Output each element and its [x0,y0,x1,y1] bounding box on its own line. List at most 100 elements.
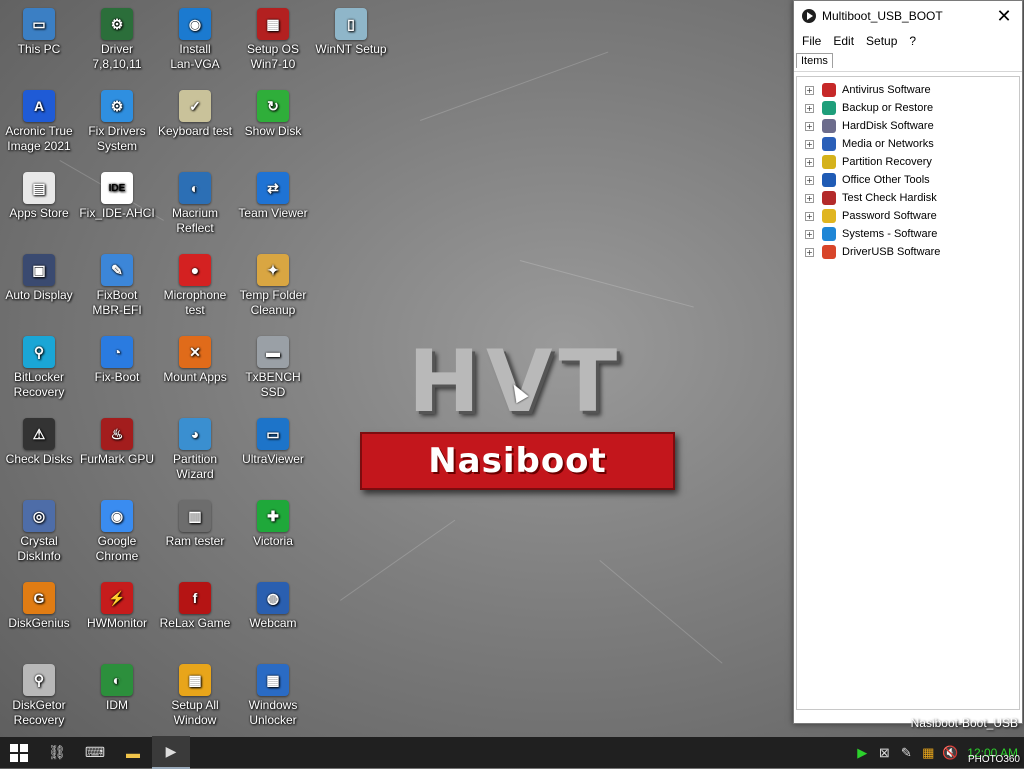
taskbar-multiboot-icon[interactable]: ▶ [152,736,190,769]
tree-item[interactable]: + DriverUSB Software [797,243,1019,261]
desktop-icon[interactable]: ◉ Install Lan-VGA [156,8,234,72]
category-icon [822,101,836,115]
desktop-icon[interactable]: ▦ Setup All Window [156,664,234,728]
expand-toggle-icon[interactable]: + [805,193,814,203]
desktop-icon[interactable]: A Acronic True Image 2021 [0,90,78,154]
desktop-icon[interactable]: ● Microphone test [156,254,234,318]
desktop-icon[interactable]: ◍ Webcam [234,582,312,631]
tray-pen-icon[interactable]: ✎ [895,737,917,768]
hwmonitor-icon: ⚡ [101,582,133,614]
tree-item[interactable]: + Backup or Restore [797,99,1019,117]
taskbar-folder-icon[interactable]: ▬ [114,737,152,768]
background-scratch [420,51,609,121]
menu-setup[interactable]: Setup [860,34,903,48]
category-icon [822,137,836,151]
desktop-icon[interactable]: f ReLax Game [156,582,234,631]
tree-item[interactable]: + Password Software [797,207,1019,225]
computer-icon: ▭ [23,8,55,40]
desktop-icon[interactable]: ⚠ Check Disks [0,418,78,467]
desktop-icon[interactable]: ⚙ Fix Drivers System [78,90,156,154]
desktop-icon[interactable]: ◉ Google Chrome [78,500,156,564]
desktop-icon[interactable]: ▥ Ram tester [156,500,234,549]
desktop-icon[interactable]: ▤ Apps Store [0,172,78,221]
desktop-icon[interactable]: ◔ Fix-Boot [78,336,156,385]
crystaldiskinfo-icon: ◎ [23,500,55,532]
category-icon [822,227,836,241]
tray-volume-muted-icon[interactable]: 🔇 [939,737,961,768]
tree-item[interactable]: + Office Other Tools [797,171,1019,189]
desktop-icon-label: FurMark GPU [79,452,154,466]
desktop-icon[interactable]: ⚲ DiskGetor Recovery [0,664,78,728]
desktop-icon[interactable]: ▭ UltraViewer [234,418,312,467]
desktop-icon[interactable]: ▭ This PC [0,8,78,57]
expand-toggle-icon[interactable]: + [805,157,814,167]
expand-toggle-icon[interactable]: + [805,175,814,185]
taskbar-network-app-icon[interactable]: ⛓ [38,737,76,768]
start-button[interactable] [0,737,38,768]
desktop-icon[interactable]: ▬ TxBENCH SSD [234,336,312,400]
category-icon [822,119,836,133]
tab-items[interactable]: Items [796,53,833,68]
tree-item[interactable]: + Media or Networks [797,135,1019,153]
bitlocker-icon: ⚲ [23,336,55,368]
expand-toggle-icon[interactable]: + [805,121,814,131]
desktop-icon-label: Setup All Window [171,698,219,727]
photo360-watermark: PHOTO360 [967,754,1020,765]
desktop-icon[interactable]: ↻ Show Disk [234,90,312,139]
webcam-icon: ◍ [257,582,289,614]
tree-item-label: Password Software [842,210,937,222]
window-titlebar[interactable]: Multiboot_USB_BOOT ✕ [794,1,1022,31]
desktop-icon[interactable]: ▯ WinNT Setup [312,8,390,57]
desktop-icon[interactable]: ◐ IDM [78,664,156,713]
menu-file[interactable]: File [796,34,827,48]
desktop-icon[interactable]: IDE Fix_IDE-AHCI [78,172,156,221]
desktop-icon[interactable]: ⚲ BitLocker Recovery [0,336,78,400]
desktop-icon[interactable]: ◕ Partition Wizard [156,418,234,482]
category-tree: + Antivirus Software + Backup or Restore + Ha… [796,76,1020,710]
desktop-icon[interactable]: ♨ FurMark GPU [78,418,156,467]
taskbar-keyboard-icon[interactable]: ⌨ [76,737,114,768]
desktop-icon[interactable]: ⇄ Team Viewer [234,172,312,221]
tray-network-icon[interactable]: ⊠ [873,737,895,768]
desktop-icon[interactable]: ⚡ HWMonitor [78,582,156,631]
expand-toggle-icon[interactable]: + [805,103,814,113]
desktop-icon-label: WinNT Setup [315,42,387,56]
desktop-icon-label: Ram tester [165,534,225,548]
tree-item[interactable]: + HardDisk Software [797,117,1019,135]
desktop-icon[interactable]: ⚙ Driver 7,8,10,11 [78,8,156,72]
desktop-icon-label: Partition Wizard [172,452,218,481]
tray-app-icon[interactable]: ▦ [917,737,939,768]
expand-toggle-icon[interactable]: + [805,229,814,239]
tree-item-label: Partition Recovery [842,156,932,168]
expand-toggle-icon[interactable]: + [805,139,814,149]
menu-edit[interactable]: Edit [827,34,860,48]
wrench-icon: ✎ [101,254,133,286]
desktop-icon[interactable]: ▣ Auto Display [0,254,78,303]
tray-play-icon[interactable]: ▶ [851,737,873,768]
expand-toggle-icon[interactable]: + [805,247,814,257]
desktop-icon[interactable]: ◎ Crystal DiskInfo [0,500,78,564]
desktop-icon[interactable]: ◐ Macrium Reflect [156,172,234,236]
desktop-icon-label: Microphone test [163,288,227,317]
tree-item[interactable]: + Partition Recovery [797,153,1019,171]
expand-toggle-icon[interactable]: + [805,211,814,221]
tree-item[interactable]: + Antivirus Software [797,81,1019,99]
close-button[interactable]: ✕ [986,1,1022,31]
desktop-icon[interactable]: ▦ Windows Unlocker [234,664,312,728]
desktop-icon[interactable]: G DiskGenius [0,582,78,631]
desktop-icon[interactable]: ▦ Setup OS Win7-10 [234,8,312,72]
category-icon [822,155,836,169]
phone-setup-icon: ▯ [335,8,367,40]
desktop-icon[interactable]: ✓ Keyboard test [156,90,234,139]
desktop-icon[interactable]: ✦ Temp Folder Cleanup [234,254,312,318]
desktop-icon-label: Fix-Boot [94,370,140,384]
desktop-icon[interactable]: ✕ Mount Apps [156,336,234,385]
windows-setup-icon: ▦ [257,8,289,40]
expand-toggle-icon[interactable]: + [805,85,814,95]
menu-help[interactable]: ? [903,34,922,48]
desktop-icon[interactable]: ✚ Victoria [234,500,312,549]
tree-item-label: DriverUSB Software [842,246,941,258]
desktop-icon[interactable]: ✎ FixBoot MBR-EFI [78,254,156,318]
tree-item[interactable]: + Systems - Software [797,225,1019,243]
tree-item[interactable]: + Test Check Hardisk [797,189,1019,207]
